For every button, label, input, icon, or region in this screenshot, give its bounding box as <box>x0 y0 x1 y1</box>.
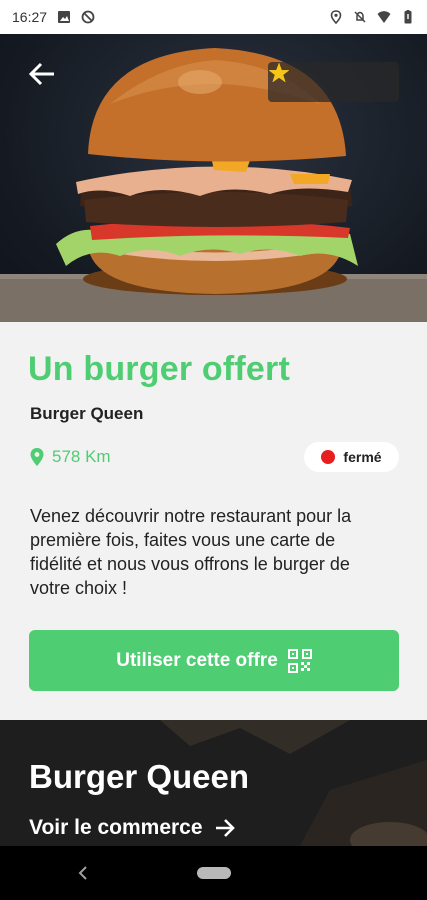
arrow-left-icon <box>28 62 54 86</box>
nav-back-icon[interactable] <box>74 862 94 884</box>
status-label: fermé <box>343 449 382 465</box>
rating-badge <box>268 62 399 102</box>
use-offer-button[interactable]: Utiliser cette offre <box>29 630 399 691</box>
offer-description: Venez découvrir notre restaurant pour la… <box>30 506 352 598</box>
status-bar-left: 16:27 <box>12 9 95 25</box>
banner-merchant-title: Burger Queen <box>29 758 250 795</box>
arrow-right-icon <box>215 819 235 837</box>
nav-home-pill[interactable] <box>197 867 231 879</box>
star-icon <box>268 62 290 83</box>
battery-icon <box>404 10 412 24</box>
location-icon <box>330 10 342 24</box>
use-offer-label: Utiliser cette offre <box>116 649 278 671</box>
wifi-icon <box>377 11 391 23</box>
status-bar: 16:27 <box>0 0 427 34</box>
merchant-banner[interactable]: Burger Queen Voir le commerce <box>0 720 427 846</box>
distance: 578 Km <box>30 447 111 467</box>
status-time: 16:27 <box>12 9 48 25</box>
sync-icon <box>81 10 95 24</box>
offer-title: Un burger offert <box>28 350 290 388</box>
qr-code-icon <box>287 648 312 673</box>
distance-value: 578 Km <box>52 447 111 466</box>
image-icon <box>58 11 71 23</box>
mute-icon <box>354 11 366 23</box>
status-badge: fermé <box>304 442 399 472</box>
view-merchant-link[interactable]: Voir le commerce <box>29 816 235 840</box>
back-button[interactable] <box>28 62 68 102</box>
merchant-name: Burger Queen <box>30 404 144 423</box>
location-pin-icon <box>30 448 44 466</box>
status-dot <box>321 450 336 464</box>
offer-card: Un burger offert Burger Queen 578 Km fer… <box>0 322 427 720</box>
system-nav-bar <box>0 846 427 900</box>
status-bar-right <box>329 10 415 24</box>
hero-image <box>0 34 427 322</box>
view-merchant-label: Voir le commerce <box>29 816 203 839</box>
